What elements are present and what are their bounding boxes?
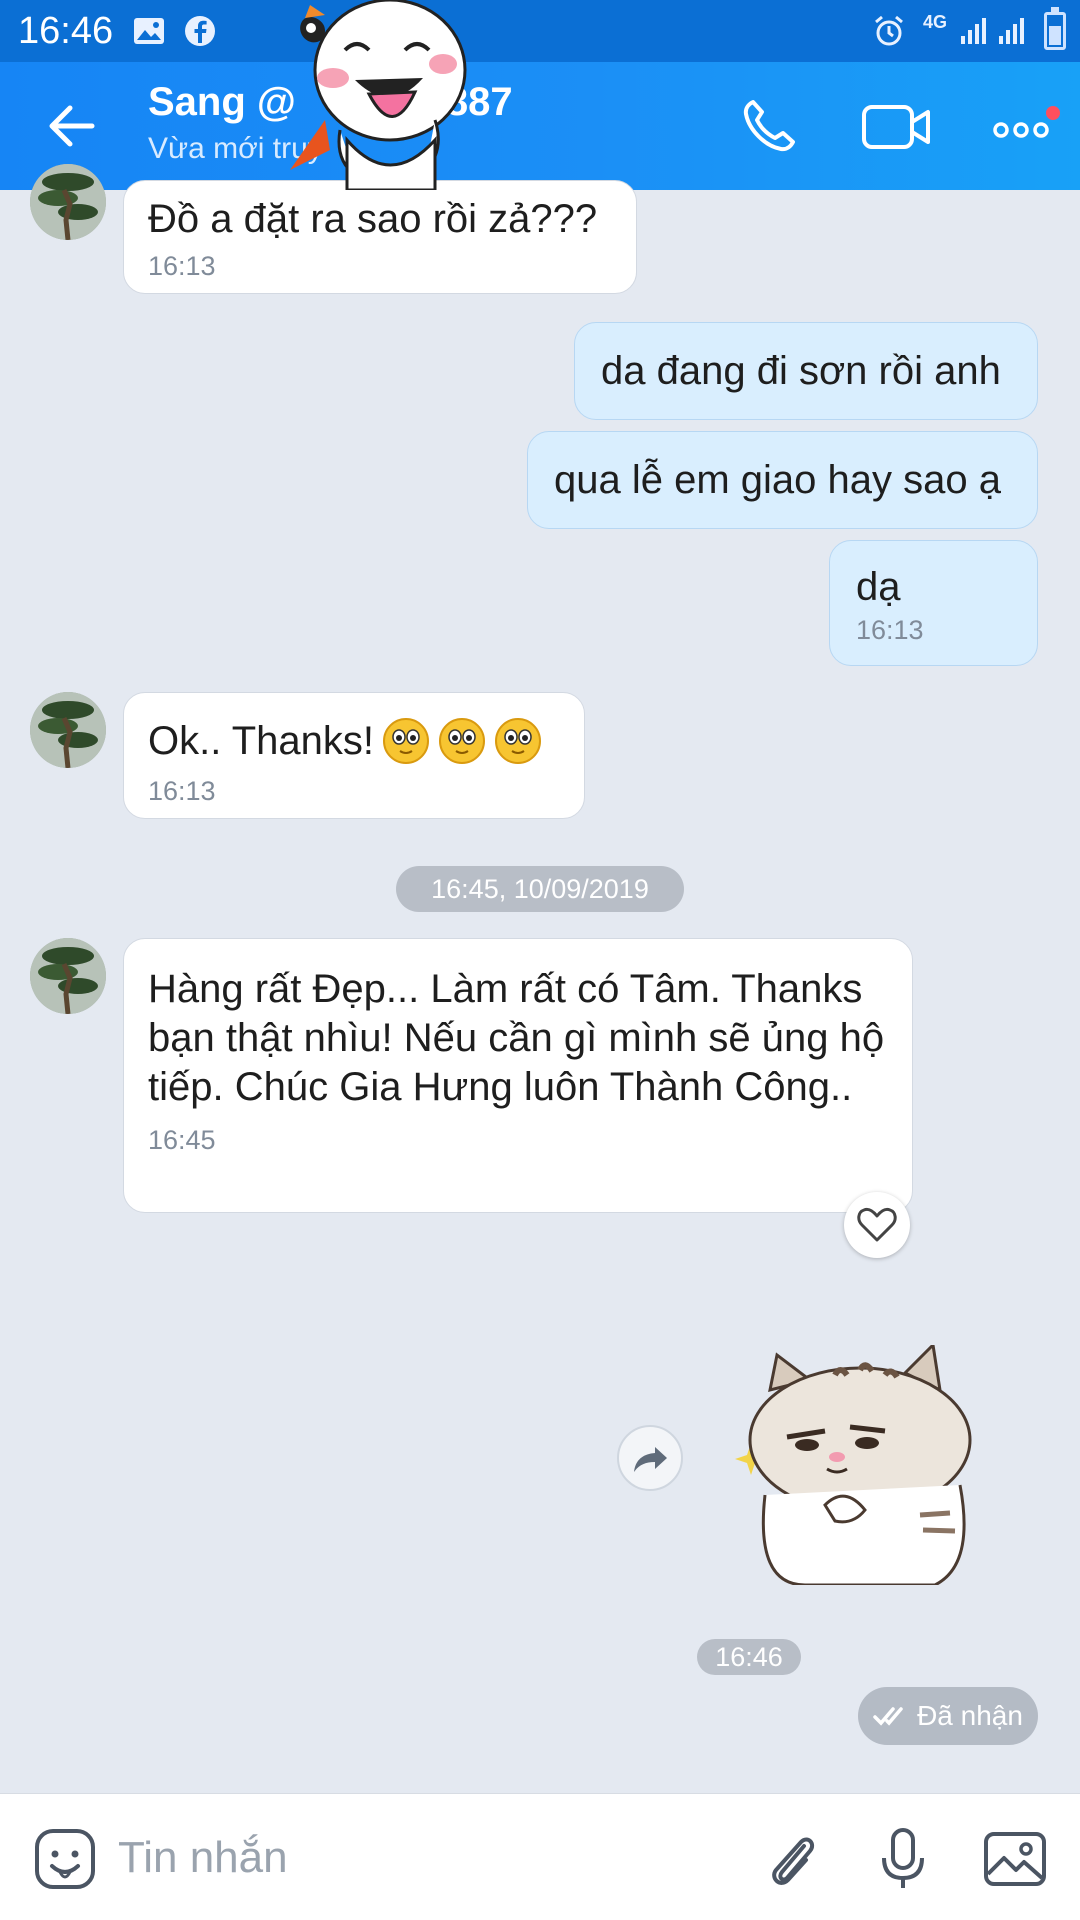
contact-avatar[interactable]	[30, 692, 106, 768]
attachment-icon[interactable]	[758, 1824, 828, 1894]
image-gallery-icon[interactable]	[980, 1824, 1050, 1894]
double-check-icon	[873, 1707, 903, 1726]
contact-avatar[interactable]	[30, 938, 106, 1014]
message-time: 16:45	[148, 1125, 216, 1155]
message-time: 16:13	[148, 251, 216, 281]
back-arrow-icon[interactable]	[42, 96, 102, 156]
message-bubble-incoming[interactable]: Ok.. Thanks! 16:13	[123, 692, 585, 819]
react-heart-button[interactable]	[844, 1192, 910, 1258]
bonsai-avatar-image	[30, 164, 106, 240]
bonsai-avatar-image	[30, 938, 106, 1014]
message-text: Đồ a đặt ra sao rồi zả???	[148, 197, 598, 241]
status-bar: 16:46 4G	[0, 0, 1080, 62]
message-input[interactable]	[118, 1826, 718, 1890]
more-options-icon[interactable]	[988, 92, 1058, 162]
notification-dot	[1044, 104, 1062, 122]
microphone-icon[interactable]	[868, 1824, 938, 1894]
message-time: 16:13	[856, 615, 924, 645]
message-text-row: Ok.. Thanks!	[148, 715, 560, 767]
message-text: da đang đi sơn rồi anh	[601, 349, 1001, 393]
bonsai-avatar-image	[30, 692, 106, 768]
contact-name-prefix: Sang @	[148, 80, 296, 124]
message-time: 16:13	[148, 776, 216, 806]
forward-button[interactable]	[617, 1425, 683, 1491]
message-text: Ok.. Thanks!	[148, 718, 375, 763]
alarm-icon	[875, 15, 903, 46]
message-bubble-outgoing[interactable]: da đang đi sơn rồi anh	[574, 322, 1038, 420]
delivery-status-badge: Đã nhận	[858, 1687, 1038, 1745]
signal-icon-2	[999, 18, 1024, 44]
message-bubble-incoming[interactable]: Đồ a đặt ra sao rồi zả??? 16:13	[123, 180, 637, 294]
blushing-emoji-icon	[383, 718, 542, 764]
message-bubble-incoming[interactable]: Hàng rất Đẹp... Làm rất có Tâm. Thanks b…	[123, 938, 913, 1213]
heart-icon	[857, 1207, 897, 1242]
message-bubble-outgoing[interactable]: dạ 16:13	[829, 540, 1038, 666]
signal-icon	[961, 18, 986, 44]
network-type: 4G	[923, 12, 948, 32]
sticker-emoji-icon[interactable]	[30, 1824, 100, 1894]
date-separator: 16:45, 10/09/2019	[396, 866, 684, 912]
voice-call-icon[interactable]	[733, 92, 803, 162]
video-call-icon[interactable]	[858, 92, 938, 162]
facebook-icon	[185, 16, 215, 46]
delivery-status-text: Đã nhận	[917, 1700, 1023, 1731]
message-text: Hàng rất Đẹp... Làm rất có Tâm. Thanks b…	[148, 967, 885, 1109]
contact-avatar[interactable]	[30, 164, 106, 240]
message-bubble-outgoing[interactable]: qua lễ em giao hay sao ạ	[527, 431, 1038, 529]
message-composer	[0, 1793, 1080, 1920]
message-text: dạ	[856, 565, 901, 609]
chat-header: Sang @887 Vừa mới truy	[0, 62, 1080, 190]
forward-arrow-icon	[634, 1447, 667, 1472]
sticker-time: 16:46	[697, 1639, 801, 1675]
status-time: 16:46	[18, 10, 114, 52]
gallery-icon	[134, 18, 164, 44]
cat-sticker[interactable]	[735, 1345, 995, 1585]
sticker-character-overlay	[290, 0, 467, 190]
message-text: qua lễ em giao hay sao ạ	[554, 458, 1001, 502]
battery-icon	[1044, 7, 1066, 50]
